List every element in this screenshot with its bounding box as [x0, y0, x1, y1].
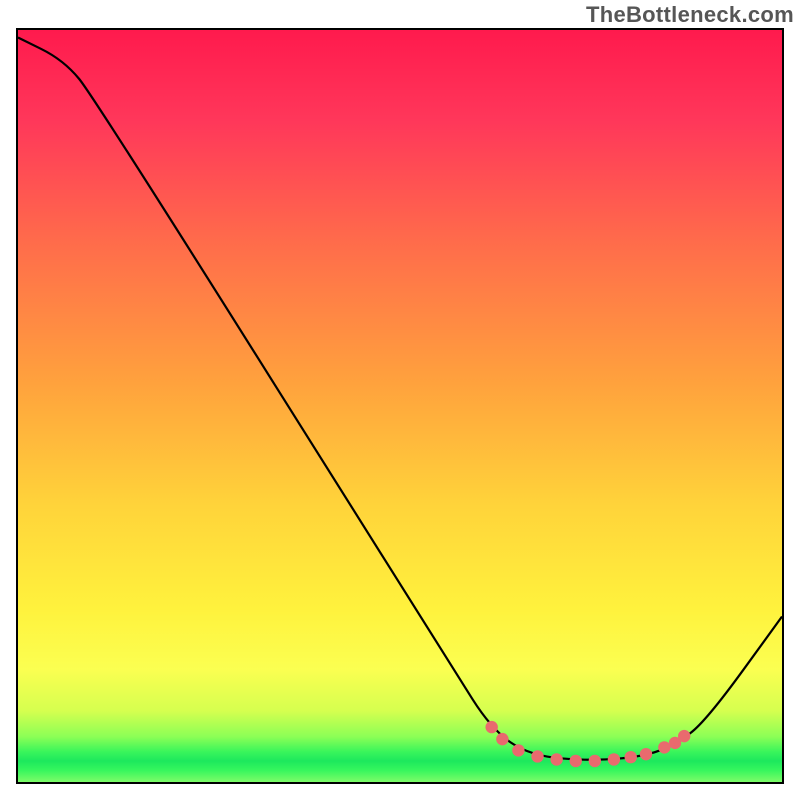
- bottleneck-curve-plot: [18, 30, 782, 782]
- highlight-dot: [640, 748, 652, 760]
- highlight-dot: [531, 750, 543, 762]
- highlight-dot: [550, 753, 562, 765]
- highlight-dot: [625, 751, 637, 763]
- highlight-dot: [589, 755, 601, 767]
- chart-container: [16, 28, 784, 784]
- highlight-dot: [570, 755, 582, 767]
- highlight-dot: [658, 741, 670, 753]
- highlight-dot: [485, 721, 497, 733]
- highlight-dot: [678, 730, 690, 742]
- highlight-dot: [496, 733, 508, 745]
- highlight-dot: [512, 744, 524, 756]
- watermark-text: TheBottleneck.com: [586, 2, 794, 28]
- curve-line: [18, 38, 782, 760]
- highlight-dot: [608, 753, 620, 765]
